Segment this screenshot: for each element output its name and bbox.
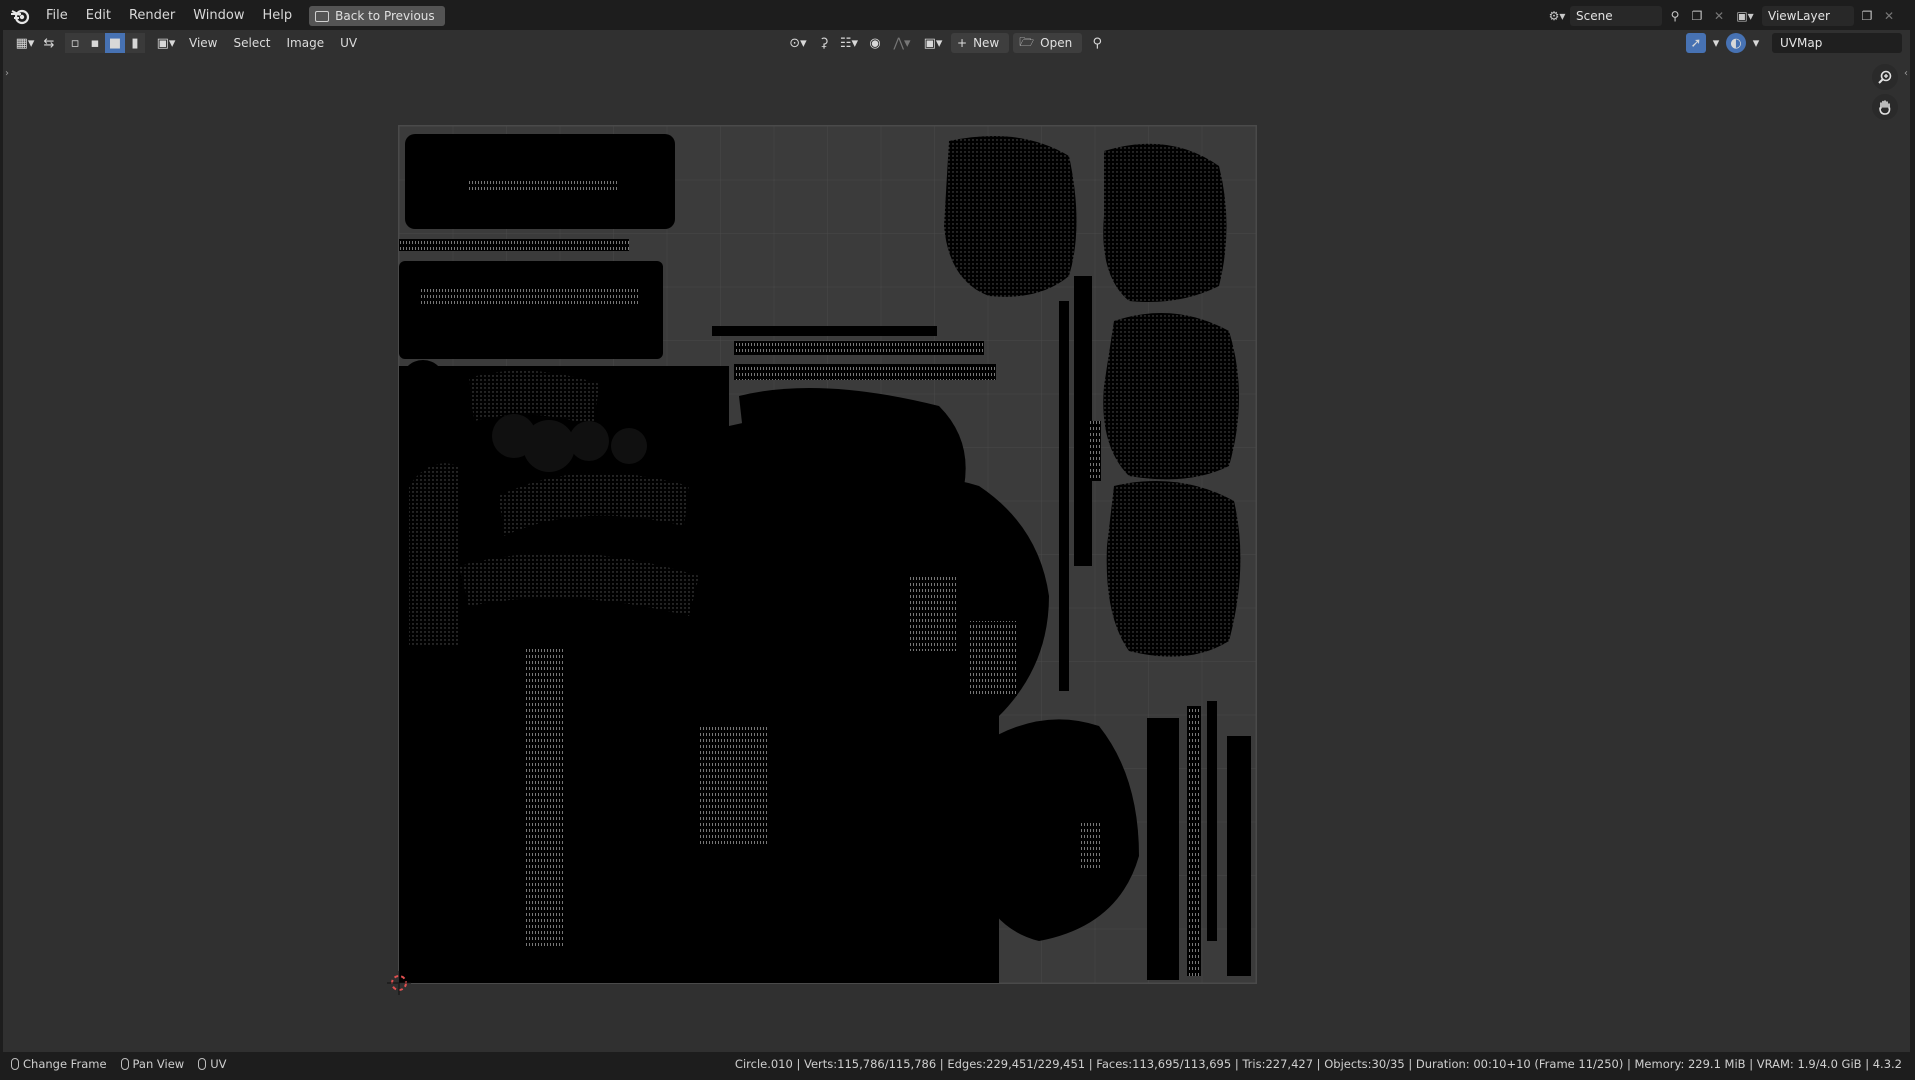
pin-image-icon[interactable]: ⚲ — [1086, 33, 1108, 53]
status-pan-view: Pan View — [120, 1057, 185, 1071]
open-label: Open — [1040, 36, 1073, 50]
overlay-controls: ➚ ▾ ◐ ▾ — [1686, 33, 1762, 53]
editor-header: ▦▾ ⇆ ▫ ▪ ■ ▮ ▣▾ View Select Image UV ⊙▾ … — [3, 30, 1910, 56]
uv-canvas[interactable] — [387, 125, 1257, 995]
gizmo-toggle-icon[interactable]: ➚ — [1686, 33, 1706, 53]
sidebar-expand-icon[interactable]: ‹ — [1904, 68, 1908, 79]
editor-type-icon[interactable]: ▦▾ — [11, 33, 39, 53]
scene-controls: ⚙▾ Scene ⚲ ❐ ✕ ▣▾ ViewLayer ❐ ✕ — [1548, 3, 1898, 29]
menu-view[interactable]: View — [181, 36, 225, 50]
menu-window[interactable]: Window — [184, 3, 253, 29]
proportional-falloff-icon[interactable]: ⋀▾ — [889, 33, 915, 53]
island-select-icon[interactable]: ▮ — [125, 33, 145, 53]
status-pan-view-label: Pan View — [132, 1057, 185, 1071]
vertex-select-icon[interactable]: ▫ — [65, 33, 85, 53]
pivot-point-icon[interactable]: ⊙▾ — [785, 33, 811, 53]
selection-mode-group: ▫ ▪ ■ ▮ — [65, 33, 145, 53]
view-layer-field[interactable]: ViewLayer — [1762, 6, 1854, 26]
status-change-frame: Change Frame — [11, 1057, 107, 1071]
uv-map-field[interactable]: UVMap — [1772, 33, 1902, 53]
zoom-icon[interactable] — [1872, 64, 1898, 90]
image-browse-icon[interactable]: ▣▾ — [919, 33, 947, 53]
status-uv-label: UV — [210, 1057, 227, 1071]
2d-cursor-icon[interactable] — [387, 971, 411, 995]
gizmo-dropdown-icon[interactable]: ▾ — [1710, 33, 1722, 53]
overlays-toggle-icon[interactable]: ◐ — [1726, 33, 1746, 53]
menu-render[interactable]: Render — [120, 3, 184, 29]
status-bar: Change Frame Pan View UV Circle.010 | Ve… — [3, 1052, 1910, 1076]
view-layer-selector-icon[interactable]: ▣▾ — [1732, 7, 1758, 25]
edge-select-icon[interactable]: ▪ — [85, 33, 105, 53]
pan-hand-icon[interactable] — [1872, 94, 1898, 120]
menu-select[interactable]: Select — [225, 36, 278, 50]
scene-name: Scene — [1576, 9, 1613, 23]
menu-file[interactable]: File — [37, 3, 77, 29]
snap-icon[interactable]: ⚳ — [815, 33, 833, 53]
uv-islands — [399, 134, 1251, 983]
scene-statistics: Circle.010 | Verts:115,786/115,786 | Edg… — [734, 1057, 1902, 1071]
plus-icon: + — [957, 36, 968, 50]
pin-icon[interactable]: ⚲ — [1666, 7, 1684, 25]
new-view-layer-icon[interactable]: ❐ — [1858, 7, 1876, 25]
toolbar-expand-icon[interactable]: › — [5, 68, 9, 79]
sticky-selection-icon[interactable]: ▣▾ — [151, 33, 181, 53]
back-to-previous-button[interactable]: Back to Previous — [309, 6, 445, 26]
open-image-button[interactable]: 🗁 Open — [1013, 33, 1083, 53]
mouse-left-icon — [11, 1058, 19, 1070]
view-layer-name: ViewLayer — [1768, 9, 1830, 23]
uv-map-name: UVMap — [1780, 36, 1823, 50]
uv-sync-selection-icon[interactable]: ⇆ — [39, 33, 59, 53]
new-image-button[interactable]: + New — [951, 33, 1010, 53]
folder-icon: 🗁 — [1019, 34, 1035, 49]
menu-help[interactable]: Help — [254, 3, 302, 29]
close-view-layer-icon[interactable]: ✕ — [1880, 7, 1898, 25]
proportional-editing-icon[interactable]: ◉ — [865, 33, 885, 53]
window-icon — [315, 10, 330, 22]
menu-edit[interactable]: Edit — [77, 3, 120, 29]
face-select-icon[interactable]: ■ — [105, 33, 125, 53]
center-tools: ⊙▾ ⚳ ☷▾ ◉ ⋀▾ ▣▾ + New 🗁 Open ⚲ — [785, 33, 1108, 53]
status-change-frame-label: Change Frame — [23, 1057, 107, 1071]
status-uv: UV — [198, 1057, 227, 1071]
mouse-middle-icon — [120, 1058, 129, 1070]
snap-target-icon[interactable]: ☷▾ — [837, 33, 861, 53]
close-scene-icon[interactable]: ✕ — [1710, 7, 1728, 25]
menu-image[interactable]: Image — [279, 36, 333, 50]
overlays-dropdown-icon[interactable]: ▾ — [1750, 33, 1762, 53]
blender-logo-icon[interactable] — [9, 5, 31, 27]
scene-selector-icon[interactable]: ⚙▾ — [1548, 7, 1566, 25]
scene-name-field[interactable]: Scene — [1570, 6, 1662, 26]
menu-uv[interactable]: UV — [332, 36, 365, 50]
mouse-right-icon — [198, 1058, 207, 1070]
back-to-previous-label: Back to Previous — [335, 9, 435, 23]
new-label: New — [973, 36, 1000, 50]
top-bar: File Edit Render Window Help Back to Pre… — [3, 3, 1910, 29]
new-scene-icon[interactable]: ❐ — [1688, 7, 1706, 25]
uv-editor[interactable]: ▦▾ ⇆ ▫ ▪ ■ ▮ ▣▾ View Select Image UV ⊙▾ … — [3, 30, 1910, 1052]
